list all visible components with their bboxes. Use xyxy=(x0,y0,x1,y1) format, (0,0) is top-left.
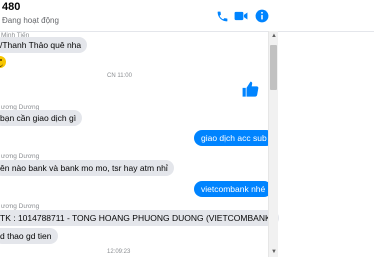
message-bubble-sent[interactable]: vietcombank nhé xyxy=(194,181,273,197)
conversation-title[interactable]: 480 xyxy=(2,1,20,13)
sender-name: ương Dương xyxy=(1,203,40,210)
emoji-icon xyxy=(0,56,6,68)
scrollbar-thumb[interactable] xyxy=(270,45,277,90)
like-thumbs-up-icon[interactable] xyxy=(241,80,260,99)
active-status: Đang hoạt động xyxy=(2,16,59,25)
message-bubble[interactable]: ên nào bank và bank mo mo, tsr hay atm n… xyxy=(0,160,174,176)
info-icon[interactable] xyxy=(254,8,270,24)
sender-name: ương Dương xyxy=(1,153,40,160)
chat-header: 480 Đang hoạt động xyxy=(0,0,374,32)
message-scrollbar[interactable]: ▲ ▼ xyxy=(268,31,278,257)
scroll-up-arrow-icon[interactable]: ▲ xyxy=(270,32,278,40)
timestamp: CN 11:00 xyxy=(107,73,132,79)
timestamp: 12:09:23 xyxy=(107,249,131,255)
message-bubble[interactable]: bạn cần giao dịch gì xyxy=(0,110,83,126)
message-bubble-sent[interactable]: giao dịch acc sub xyxy=(194,130,274,146)
message-bubble[interactable]: d thao gd tien xyxy=(0,228,58,244)
video-icon[interactable] xyxy=(233,8,249,24)
message-bubble[interactable]: /Thanh Thảo quê nha xyxy=(0,37,88,53)
message-bubble[interactable]: TK : 1014788711 - TONG HOANG PHUONG DUON… xyxy=(0,210,280,226)
scroll-down-arrow-icon[interactable]: ▼ xyxy=(270,248,278,256)
phone-icon[interactable] xyxy=(214,8,230,24)
